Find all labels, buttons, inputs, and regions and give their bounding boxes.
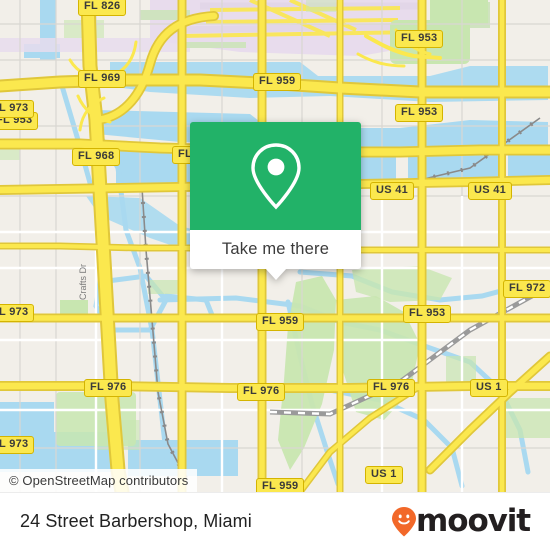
- road-shield: FL 826: [78, 0, 127, 16]
- road-shield-label: FL 953: [409, 307, 446, 319]
- attribution-text: © OpenStreetMap contributors: [9, 473, 189, 488]
- place-title: 24 Street Barbershop, Miami: [20, 511, 252, 531]
- road-shield: FL 976: [84, 379, 133, 397]
- road-shield: FL 953: [395, 30, 444, 48]
- popup-action-bar[interactable]: Take me there: [190, 230, 361, 280]
- osm-attribution[interactable]: © OpenStreetMap contributors: [0, 469, 198, 492]
- road-shield-label: US 1: [476, 381, 502, 393]
- road-shield-label: US 41: [376, 184, 409, 196]
- road-shield: FL 973: [0, 100, 35, 118]
- footer-bar: 24 Street Barbershop, Miami moovit: [0, 492, 550, 550]
- road-shield: FL 959: [256, 313, 305, 331]
- road-shield: FL 969: [78, 70, 127, 88]
- take-me-there-label: Take me there: [221, 240, 330, 258]
- road-shield-label: FL 953: [401, 32, 438, 44]
- road-shield-label: FL 959: [262, 315, 299, 327]
- road-shield-label: FL 968: [78, 150, 115, 162]
- road-shield-label: FL 972: [509, 282, 546, 294]
- moovit-wordmark: moovit: [416, 503, 531, 539]
- popup-tail: [264, 268, 287, 280]
- road-shield-label: FL 969: [84, 72, 121, 84]
- road-shield: FL 953: [403, 305, 452, 323]
- road-shield: US 41: [370, 182, 415, 200]
- road-shield-label: FL 959: [262, 480, 299, 492]
- location-popup-card[interactable]: Take me there: [190, 122, 361, 280]
- road-shield-label: FL 959: [259, 75, 296, 87]
- road-shield: FL 973: [0, 436, 35, 454]
- road-shield: FL 976: [237, 383, 286, 401]
- road-shield: US 1: [470, 379, 508, 397]
- road-shield-label: FL 976: [373, 381, 410, 393]
- moovit-pin-icon: [392, 506, 417, 536]
- road-shield-label: US 1: [371, 468, 397, 480]
- road-shield: FL 959: [253, 73, 302, 91]
- road-shield-label: US 41: [474, 184, 507, 196]
- road-shield: FL 959: [256, 478, 305, 492]
- road-shield: FL 972: [503, 280, 550, 298]
- road-shield: FL 953: [395, 104, 444, 122]
- road-shield-label: FL 976: [243, 385, 280, 397]
- road-shield-label: FL 973: [0, 102, 29, 114]
- road-shield-label: FL 826: [84, 0, 121, 12]
- location-pin-icon: [250, 143, 301, 210]
- road-shield: FL 968: [72, 148, 121, 166]
- road-shield-label: FL 973: [0, 306, 29, 318]
- moovit-logo[interactable]: moovit: [391, 503, 531, 539]
- road-shield: US 1: [365, 466, 403, 484]
- road-shield-label: FL 973: [0, 438, 29, 450]
- road-shield: FL 973: [0, 304, 35, 322]
- road-shield: FL 976: [367, 379, 416, 397]
- road-shield-label: FL 953: [401, 106, 438, 118]
- popup-image-area: [190, 122, 361, 230]
- moovit-map-screenshot: Crafts Dr FL 826 FL 969 FL 959 FL 953 FL 953…: [0, 0, 550, 550]
- road-shield-label: FL 976: [90, 381, 127, 393]
- road-shield: US 41: [468, 182, 513, 200]
- street-label: Crafts Dr: [78, 264, 88, 300]
